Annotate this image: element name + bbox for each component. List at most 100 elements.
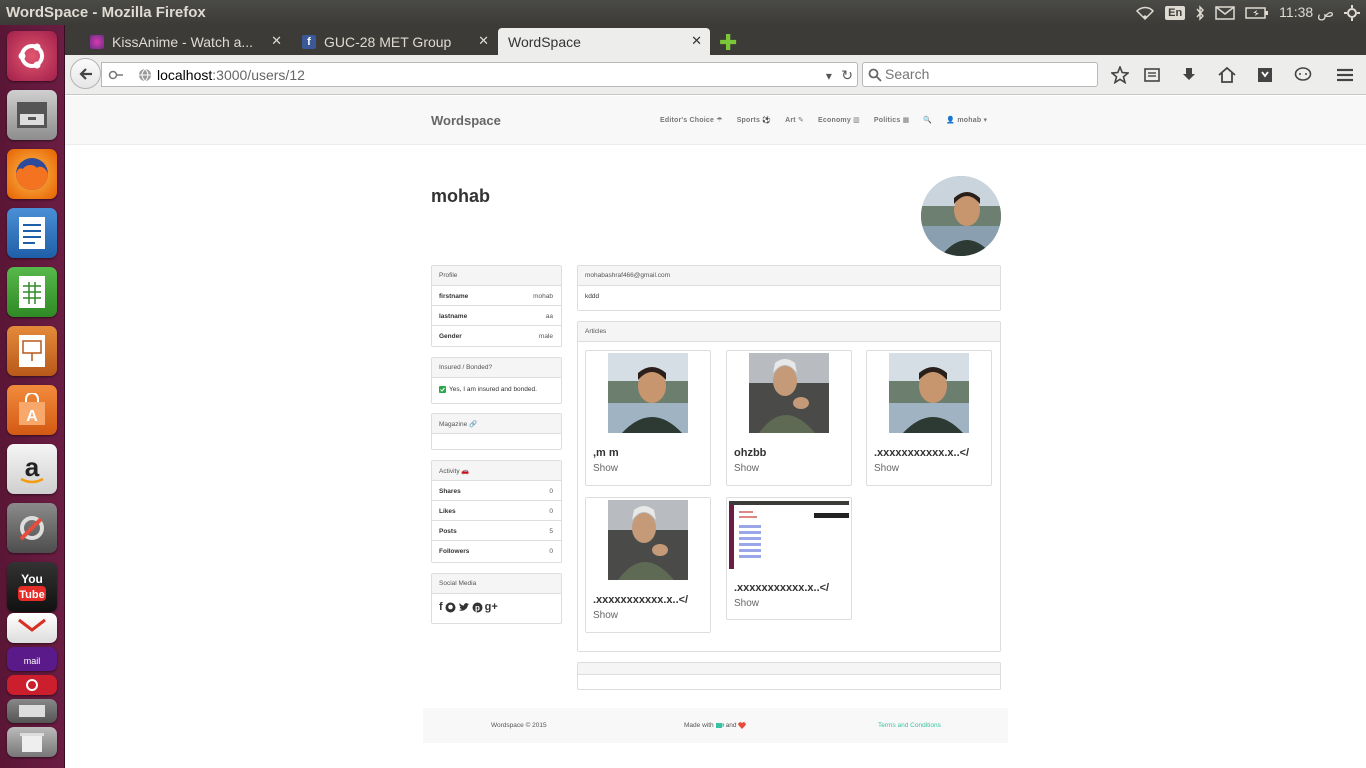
system-tray: En 11:38 ص bbox=[1135, 0, 1360, 25]
libreoffice-writer-launcher[interactable] bbox=[7, 208, 57, 258]
article-thumbnail[interactable] bbox=[749, 353, 829, 433]
article-thumbnail[interactable] bbox=[729, 501, 849, 569]
url-bar[interactable]: localhost:3000/users/12 ▾ ↻ bbox=[101, 62, 858, 87]
yahoo-mail-launcher[interactable]: mail bbox=[7, 647, 57, 671]
tab-kissanime[interactable]: KissAnime - Watch a... ✕ bbox=[90, 28, 290, 55]
tab-wordspace[interactable]: WordSpace ✕ bbox=[498, 28, 710, 55]
battery-icon[interactable] bbox=[1245, 6, 1269, 20]
article-show-link[interactable]: Show bbox=[874, 463, 899, 474]
site-brand-link[interactable]: Wordspace bbox=[431, 113, 501, 128]
gmail-launcher[interactable] bbox=[7, 613, 57, 643]
close-tab-icon[interactable]: ✕ bbox=[691, 33, 702, 49]
coffee-icon bbox=[715, 723, 724, 728]
field-label: Gender bbox=[439, 333, 462, 340]
article-thumbnail[interactable] bbox=[608, 500, 688, 580]
article-show-link[interactable]: Show bbox=[593, 610, 618, 621]
field-value: aa bbox=[545, 313, 553, 320]
chat-icon[interactable] bbox=[1293, 65, 1313, 85]
article-title[interactable]: .xxxxxxxxxxx.x..</ bbox=[593, 594, 688, 606]
wifi-icon[interactable] bbox=[1135, 6, 1155, 20]
twitter-icon[interactable] bbox=[458, 602, 470, 613]
panel-heading: Insured / Bonded? bbox=[432, 358, 561, 378]
files-launcher[interactable] bbox=[7, 90, 57, 140]
reading-list-icon[interactable] bbox=[1142, 65, 1162, 85]
firefox-launcher[interactable] bbox=[7, 149, 57, 199]
nav-economy[interactable]: Economy ▥ bbox=[818, 116, 860, 124]
keyboard-layout-indicator[interactable]: En bbox=[1165, 5, 1186, 20]
clock[interactable]: 11:38 ص bbox=[1279, 4, 1334, 21]
svg-text:mail: mail bbox=[24, 656, 41, 666]
opera-icon bbox=[26, 679, 38, 691]
youtube-icon: You Tube bbox=[18, 572, 46, 601]
article-show-link[interactable]: Show bbox=[593, 463, 618, 474]
close-tab-icon[interactable]: ✕ bbox=[271, 33, 282, 49]
nav-editors-choice[interactable]: Editor's Choice ☂ bbox=[660, 116, 723, 124]
search-bar[interactable] bbox=[862, 62, 1098, 87]
nav-sports[interactable]: Sports ⚽ bbox=[737, 116, 771, 124]
article-card[interactable]: .xxxxxxxxxxx.x..</ Show bbox=[866, 350, 992, 486]
home-icon[interactable] bbox=[1217, 65, 1237, 85]
close-tab-icon[interactable]: ✕ bbox=[478, 33, 489, 49]
article-card[interactable]: .xxxxxxxxxxx.x..</ Show bbox=[726, 497, 852, 620]
article-title[interactable]: .xxxxxxxxxxx.x..</ bbox=[734, 582, 829, 594]
window-title: WordSpace - Mozilla Firefox bbox=[6, 4, 206, 21]
libreoffice-calc-launcher[interactable] bbox=[7, 267, 57, 317]
made-with-text: Made with bbox=[684, 722, 714, 729]
bookmark-star-icon[interactable] bbox=[1110, 65, 1130, 85]
reload-icon[interactable]: ↻ bbox=[841, 67, 853, 83]
profile-avatar bbox=[921, 176, 1001, 256]
tab-guc-met-group[interactable]: f GUC-28 MET Group ✕ bbox=[302, 28, 497, 55]
article-title[interactable]: ,m m bbox=[593, 447, 619, 459]
new-tab-button[interactable]: ✚ bbox=[719, 30, 737, 56]
youtube-launcher[interactable]: You Tube bbox=[7, 562, 57, 612]
article-show-link[interactable]: Show bbox=[734, 598, 759, 609]
trash-launcher[interactable] bbox=[7, 727, 57, 757]
settings-gear-icon[interactable] bbox=[1344, 4, 1360, 21]
amazon-launcher[interactable]: a bbox=[7, 444, 57, 494]
downloads-icon[interactable] bbox=[1179, 65, 1199, 85]
system-settings-launcher[interactable] bbox=[7, 503, 57, 553]
bluetooth-icon[interactable] bbox=[1195, 4, 1205, 21]
google-plus-icon[interactable]: g+ bbox=[485, 601, 498, 613]
site-menu: Editor's Choice ☂ Sports ⚽ Art ✎ Economy… bbox=[660, 116, 987, 124]
dropdown-arrow-icon[interactable]: ▾ bbox=[826, 69, 832, 83]
libreoffice-impress-launcher[interactable] bbox=[7, 326, 57, 376]
facebook-icon[interactable]: f bbox=[439, 601, 443, 613]
profile-panel: Profile firstname mohab lastname aa Gender… bbox=[431, 265, 562, 347]
nav-search-icon[interactable]: 🔍 bbox=[923, 116, 932, 124]
pinterest-icon[interactable]: p bbox=[472, 602, 483, 613]
article-card[interactable]: .xxxxxxxxxxx.x..</ Show bbox=[585, 497, 711, 633]
browser-tab-bar: KissAnime - Watch a... ✕ f GUC-28 MET Gr… bbox=[65, 25, 1366, 55]
nav-art[interactable]: Art ✎ bbox=[785, 116, 804, 124]
software-center-launcher[interactable]: A bbox=[7, 385, 57, 435]
workspace-switcher-launcher[interactable] bbox=[7, 699, 57, 723]
ubuntu-dash-button[interactable] bbox=[7, 31, 57, 81]
nav-politics[interactable]: Politics ▦ bbox=[874, 116, 909, 124]
back-button[interactable] bbox=[70, 58, 101, 89]
article-thumbnail[interactable] bbox=[889, 353, 969, 433]
mail-icon[interactable] bbox=[1215, 5, 1235, 20]
tab-label: GUC-28 MET Group bbox=[324, 33, 452, 50]
terms-and-conditions-link[interactable]: Terms and Conditions bbox=[878, 722, 941, 729]
field-label: Likes bbox=[439, 508, 456, 515]
profile-row-lastname: lastname aa bbox=[432, 306, 561, 326]
github-icon[interactable] bbox=[445, 602, 456, 613]
article-title[interactable]: .xxxxxxxxxxx.x..</ bbox=[874, 447, 969, 459]
url-bar-tools: ▾ ↻ bbox=[826, 67, 853, 84]
menu-hamburger-icon[interactable] bbox=[1335, 65, 1355, 85]
search-input[interactable] bbox=[885, 66, 1085, 82]
panel-heading bbox=[578, 663, 1000, 675]
trash-icon bbox=[20, 733, 44, 752]
article-card[interactable]: ,m m Show bbox=[585, 350, 711, 486]
article-thumbnail[interactable] bbox=[608, 353, 688, 433]
insured-panel: Insured / Bonded? Yes, I am insured and … bbox=[431, 357, 562, 404]
nav-user-dropdown[interactable]: 👤 mohab ▾ bbox=[946, 116, 987, 124]
opera-launcher[interactable] bbox=[7, 675, 57, 695]
site-identity-icon[interactable] bbox=[108, 68, 124, 82]
article-show-link[interactable]: Show bbox=[734, 463, 759, 474]
article-card[interactable]: ohzbb Show bbox=[726, 350, 852, 486]
kissanime-favicon-icon bbox=[90, 34, 104, 49]
url-text: localhost:3000/users/12 bbox=[157, 67, 305, 83]
article-title[interactable]: ohzbb bbox=[734, 447, 766, 459]
pocket-download-icon[interactable] bbox=[1255, 65, 1275, 85]
